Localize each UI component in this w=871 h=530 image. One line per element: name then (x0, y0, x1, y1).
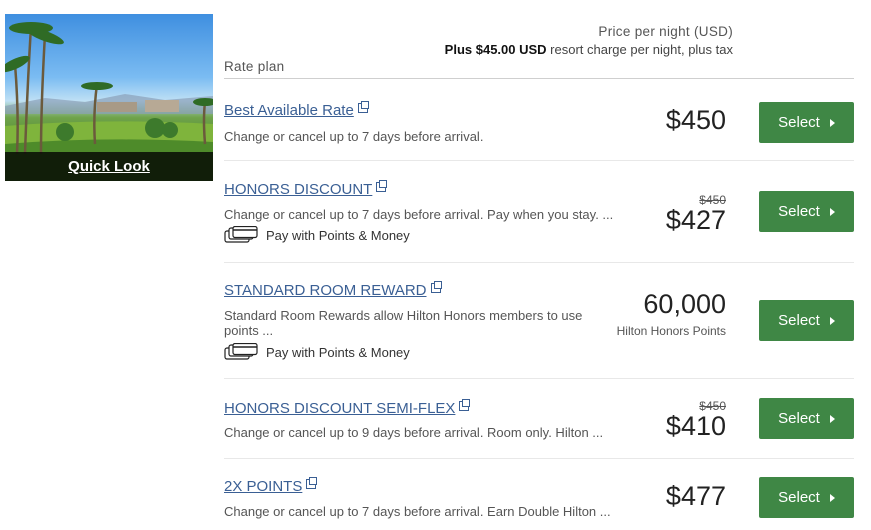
cards-icon (224, 343, 258, 360)
chevron-right-icon (829, 207, 835, 216)
select-button-label: Select (778, 114, 820, 131)
rate-plan-link[interactable]: 2X POINTS (224, 477, 318, 495)
rate-price: $427 (665, 205, 726, 235)
rate-plan-name: HONORS DISCOUNT SEMI-FLEX (224, 400, 456, 417)
select-button-label: Select (778, 489, 820, 506)
rate-price: $410 (665, 411, 726, 441)
chevron-right-icon (829, 493, 835, 502)
rate-plan-link[interactable]: STANDARD ROOM REWARD (224, 281, 442, 299)
select-button-label: Select (778, 312, 820, 329)
quick-look-link[interactable]: Quick Look (5, 152, 213, 181)
rate-plan-link[interactable]: Best Available Rate (224, 101, 369, 119)
external-link-icon (306, 477, 318, 489)
chevron-right-icon (829, 414, 835, 423)
rate-price: 60,000 (643, 289, 726, 319)
row-divider (224, 262, 854, 263)
rate-plan-link[interactable]: HONORS DISCOUNT (224, 180, 388, 198)
rate-description: Change or cancel up to 7 days before arr… (224, 129, 484, 144)
header-divider (224, 78, 854, 79)
points-money-label: Pay with Points & Money (266, 227, 410, 243)
hotel-photo[interactable]: Quick Look (5, 14, 213, 181)
rate-description: Standard Room Rewards allow Hilton Honor… (224, 308, 583, 338)
select-button-label: Select (778, 203, 820, 220)
rate-plan-name: 2X POINTS (224, 478, 303, 495)
points-money-option[interactable]: Pay with Points & Money (224, 226, 410, 244)
rate-plan-name: STANDARD ROOM REWARD (224, 282, 427, 299)
select-button[interactable]: Select (759, 191, 854, 232)
rate-price: $477 (665, 481, 726, 511)
rate-description: Change or cancel up to 7 days before arr… (224, 504, 611, 519)
select-button[interactable]: Select (759, 300, 854, 341)
select-button-label: Select (778, 410, 820, 427)
rate-description: Change or cancel up to 7 days before arr… (224, 207, 614, 222)
row-divider (224, 160, 854, 161)
price-per-night-header: Price per night (USD) (598, 24, 733, 39)
rate-plan-header: Rate plan (224, 59, 285, 74)
external-link-icon (357, 101, 369, 113)
chevron-right-icon (829, 316, 835, 325)
row-divider (224, 458, 854, 459)
rate-description: Change or cancel up to 9 days before arr… (224, 425, 604, 440)
external-link-icon (430, 281, 442, 293)
select-button[interactable]: Select (759, 398, 854, 439)
resort-charge-amount: Plus $45.00 USD (444, 42, 547, 57)
rate-plan-name: HONORS DISCOUNT (224, 181, 373, 198)
external-link-icon (376, 180, 388, 192)
points-unit-label: Hilton Honors Points (616, 324, 726, 338)
rate-plan-name: Best Available Rate (224, 102, 354, 119)
chevron-right-icon (829, 118, 835, 127)
cards-icon (224, 226, 258, 243)
select-button[interactable]: Select (759, 102, 854, 143)
resort-charge-note: Plus $45.00 USD resort charge per night,… (443, 42, 733, 57)
row-divider (224, 378, 854, 379)
points-money-option[interactable]: Pay with Points & Money (224, 343, 410, 361)
rate-price: $450 (665, 105, 726, 135)
resort-charge-text: resort charge per night, plus tax (546, 42, 733, 57)
rate-plan-link[interactable]: HONORS DISCOUNT SEMI-FLEX (224, 399, 471, 417)
external-link-icon (459, 399, 471, 411)
points-money-label: Pay with Points & Money (266, 344, 410, 360)
select-button[interactable]: Select (759, 477, 854, 518)
